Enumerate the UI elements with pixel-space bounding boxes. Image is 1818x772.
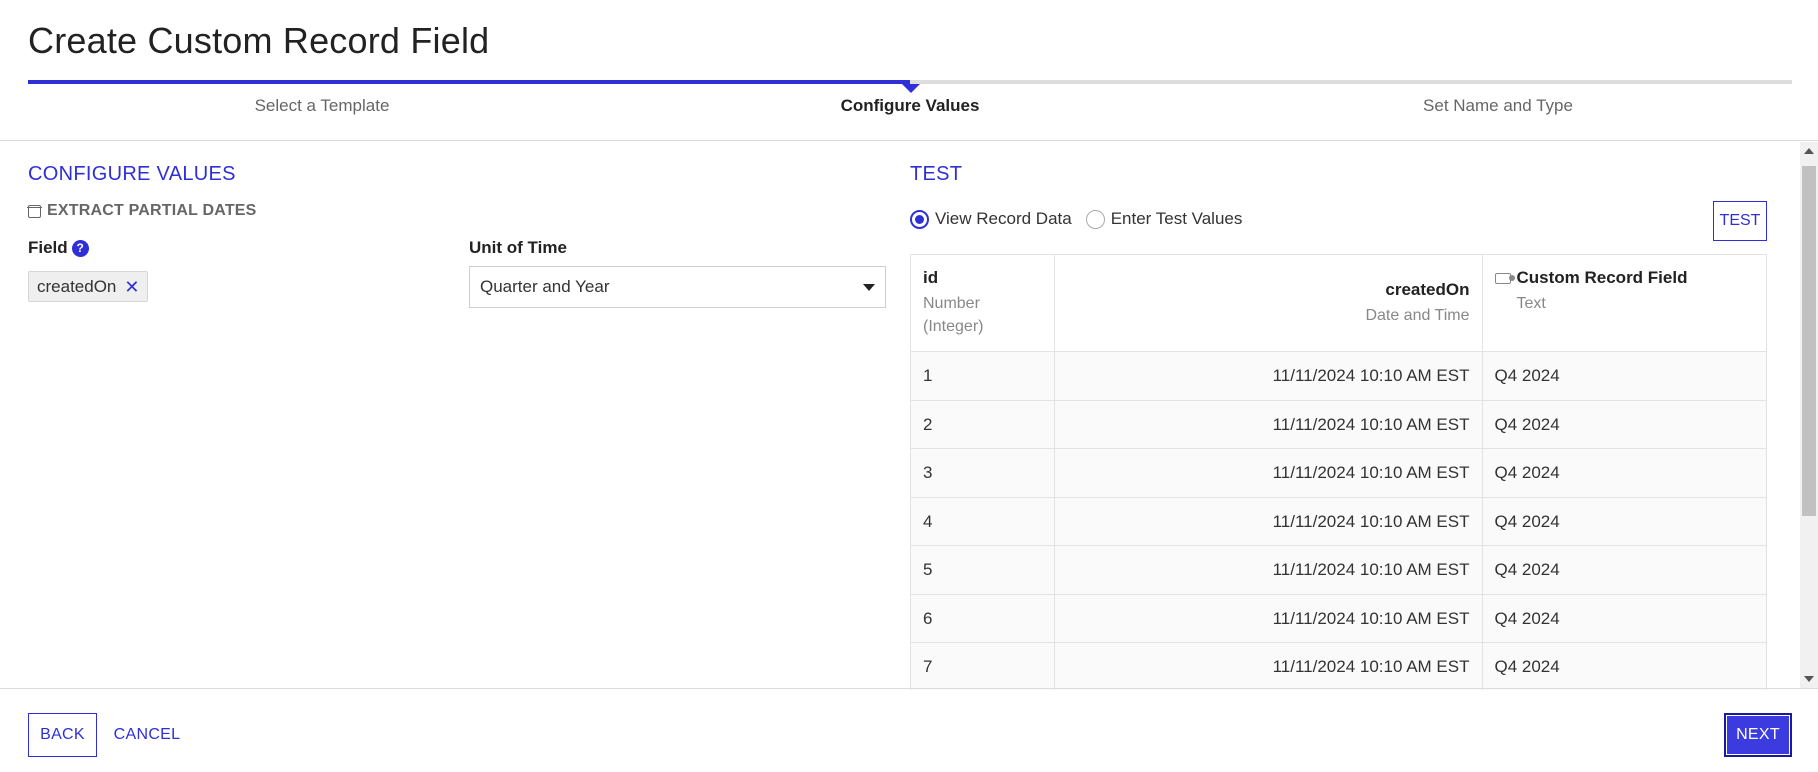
cell-custom-record-field: Q4 2024 — [1482, 545, 1766, 595]
test-results-table: id Number (Integer) createdOn Date and T… — [910, 254, 1767, 690]
cell-createdon: 11/11/2024 10:10 AM EST — [1054, 400, 1483, 450]
column-header-id: id Number (Integer) — [911, 255, 1055, 353]
column-header-createdon: createdOn Date and Time — [1054, 255, 1483, 353]
field-label-text: Field — [28, 238, 68, 257]
cell-id: 4 — [911, 497, 1055, 547]
column-name: id — [923, 268, 939, 287]
step-set-name-and-type[interactable]: Set Name and Type — [1423, 96, 1573, 116]
column-name: createdOn — [1385, 280, 1470, 299]
scrollbar[interactable] — [1800, 142, 1818, 688]
next-button[interactable]: NEXT — [1724, 713, 1792, 757]
cell-createdon: 11/11/2024 10:10 AM EST — [1054, 497, 1483, 547]
table-header-row: id Number (Integer) createdOn Date and T… — [911, 255, 1766, 353]
cell-id: 7 — [911, 642, 1055, 690]
cell-custom-record-field: Q4 2024 — [1482, 594, 1766, 644]
step-select-template[interactable]: Select a Template — [255, 96, 390, 116]
cell-createdon: 11/11/2024 10:10 AM EST — [1054, 594, 1483, 644]
cell-custom-record-field: Q4 2024 — [1482, 351, 1766, 401]
chevron-down-icon — [863, 284, 875, 291]
unit-of-time-value: Quarter and Year — [480, 277, 610, 296]
cell-createdon: 11/11/2024 10:10 AM EST — [1054, 545, 1483, 595]
scroll-down-icon[interactable] — [1804, 676, 1814, 682]
extract-partial-dates-subhead: EXTRACT PARTIAL DATES — [27, 202, 257, 220]
scroll-up-icon[interactable] — [1804, 148, 1814, 154]
page-title: Create Custom Record Field — [28, 20, 490, 61]
cell-custom-record-field: Q4 2024 — [1482, 642, 1766, 690]
column-type: Number (Integer) — [923, 292, 1042, 338]
field-chip: createdOn ✕ — [28, 271, 149, 302]
column-type-line: Number — [923, 295, 980, 312]
field-label: Field ? — [28, 238, 89, 258]
column-type: Date and Time — [1365, 307, 1470, 324]
unit-of-time-select[interactable]: Quarter and Year — [469, 266, 886, 308]
table-row: 1 11/11/2024 10:10 AM EST Q4 2024 — [911, 351, 1766, 401]
table-row: 2 11/11/2024 10:10 AM EST Q4 2024 — [911, 400, 1766, 450]
scroll-thumb[interactable] — [1802, 166, 1816, 516]
cancel-button[interactable]: CANCEL — [112, 713, 182, 757]
radio-checked-icon[interactable] — [910, 209, 929, 229]
table-row: 3 11/11/2024 10:10 AM EST Q4 2024 — [911, 448, 1766, 498]
cell-id: 5 — [911, 545, 1055, 595]
stepper-caret-icon — [902, 84, 920, 93]
step-configure-values[interactable]: Configure Values — [841, 96, 980, 116]
radio-unchecked-icon[interactable] — [1085, 209, 1105, 229]
cell-id: 3 — [911, 448, 1055, 498]
unit-of-time-label: Unit of Time — [469, 238, 567, 257]
cell-id: 2 — [911, 400, 1055, 450]
cell-createdon: 11/11/2024 10:10 AM EST — [1054, 448, 1483, 498]
column-type: Text — [1516, 295, 1546, 312]
cell-custom-record-field: Q4 2024 — [1482, 497, 1766, 547]
enter-test-values-label: Enter Test Values — [1110, 209, 1243, 228]
table-row: 4 11/11/2024 10:10 AM EST Q4 2024 — [911, 497, 1766, 547]
configure-values-title: CONFIGURE VALUES — [28, 163, 236, 185]
cell-createdon: 11/11/2024 10:10 AM EST — [1054, 351, 1483, 401]
cell-custom-record-field: Q4 2024 — [1482, 400, 1766, 450]
test-button[interactable]: TEST — [1713, 201, 1767, 241]
view-record-data-radio[interactable]: View Record Data — [910, 209, 1072, 229]
custom-record-field-icon — [1494, 272, 1515, 284]
test-title: TEST — [910, 163, 963, 185]
help-icon[interactable]: ? — [71, 239, 89, 257]
table-row: 5 11/11/2024 10:10 AM EST Q4 2024 — [911, 545, 1766, 595]
table-row: 6 11/11/2024 10:10 AM EST Q4 2024 — [911, 594, 1766, 644]
test-mode-radio-group: View Record Data Enter Test Values — [910, 209, 1242, 229]
cell-id: 6 — [911, 594, 1055, 644]
cell-id: 1 — [911, 351, 1055, 401]
stepper-progress — [28, 80, 910, 84]
calendar-icon — [27, 204, 42, 218]
column-header-custom-record-field: Custom Record Field Text — [1482, 255, 1766, 353]
remove-field-icon[interactable]: ✕ — [124, 278, 139, 296]
footer-divider — [0, 688, 1818, 689]
table-row: 7 11/11/2024 10:10 AM EST Q4 2024 — [911, 642, 1766, 690]
view-record-data-label: View Record Data — [935, 209, 1072, 228]
custom-head: Custom Record Field — [1494, 268, 1757, 288]
cell-custom-record-field: Q4 2024 — [1482, 448, 1766, 498]
back-button[interactable]: BACK — [28, 713, 97, 757]
subhead-label: EXTRACT PARTIAL DATES — [47, 202, 257, 219]
column-type-line: (Integer) — [923, 318, 984, 336]
enter-test-values-radio[interactable]: Enter Test Values — [1085, 209, 1243, 229]
column-name: Custom Record Field — [1516, 268, 1688, 287]
header-divider — [0, 140, 1818, 141]
cell-createdon: 11/11/2024 10:10 AM EST — [1054, 642, 1483, 690]
field-chip-label: createdOn — [37, 276, 117, 296]
